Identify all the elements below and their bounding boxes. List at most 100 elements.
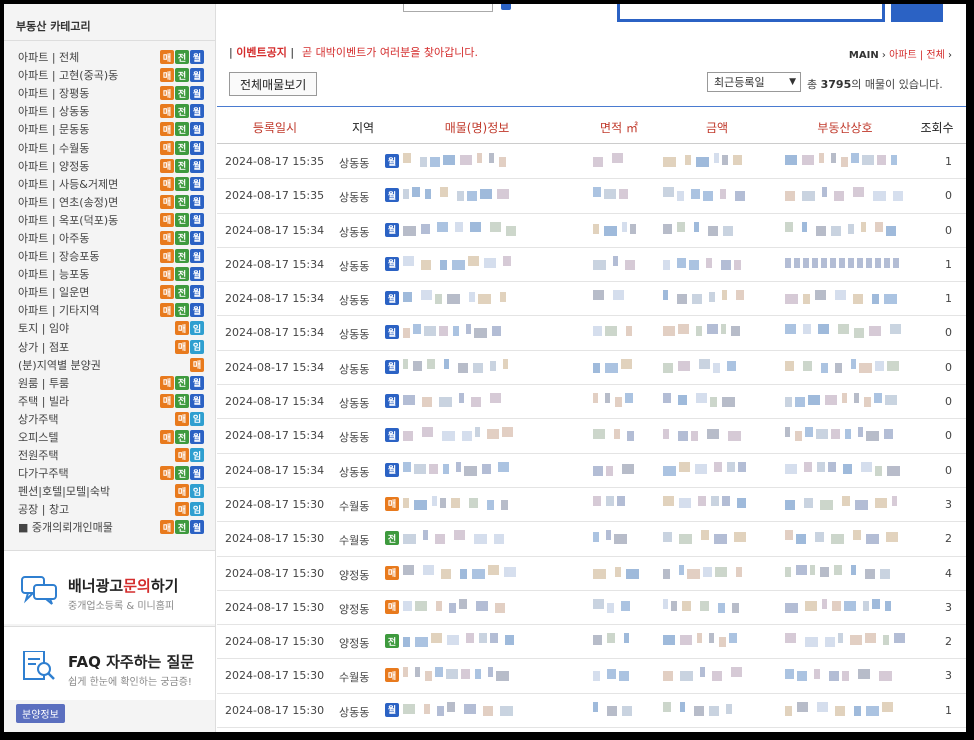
sidebar-category-item[interactable]: 아파트 | 상동동 매 전 월	[18, 102, 204, 120]
deal-type-badge[interactable]: 전	[175, 267, 189, 282]
deal-type-badge[interactable]: 매	[160, 122, 174, 137]
deal-type-badge[interactable]: 매	[160, 158, 174, 173]
deal-type-badge[interactable]: 매	[160, 68, 174, 83]
deal-type-badge[interactable]: 전	[175, 104, 189, 119]
deal-type-badge[interactable]: 매	[160, 230, 174, 245]
table-row[interactable]: 2024-08-17 15:30 수월동 매 3	[217, 659, 966, 694]
sidebar-category-item[interactable]: 아파트 | 일운면 매 전 월	[18, 283, 204, 301]
sidebar-category-item[interactable]: 아파트 | 능포동 매 전 월	[18, 265, 204, 283]
deal-type-badge[interactable]: 매	[160, 303, 174, 318]
deal-type-badge[interactable]: 월	[190, 249, 204, 264]
deal-type-badge[interactable]: 월	[190, 393, 204, 408]
view-all-button[interactable]: 전체매물보기	[229, 72, 318, 96]
deal-type-badge[interactable]: 전	[175, 86, 189, 101]
deal-type-badge[interactable]: 전	[175, 122, 189, 137]
deal-type-badge[interactable]: 전	[175, 303, 189, 318]
deal-type-badge[interactable]: 매	[175, 502, 189, 517]
deal-type-badge[interactable]: 매	[160, 104, 174, 119]
deal-type-badge[interactable]: 전	[175, 249, 189, 264]
faq-box[interactable]: FAQ 자주하는 질문 쉽게 한눈에 확인하는 궁금증!	[4, 626, 215, 700]
sidebar-category-item[interactable]: 펜션|호텔|모텔|숙박 매 임	[18, 482, 204, 500]
deal-type-badge[interactable]: 매	[175, 321, 189, 336]
deal-type-badge[interactable]: 매	[160, 466, 174, 481]
deal-type-badge[interactable]: 전	[175, 285, 189, 300]
deal-type-badge[interactable]: 매	[175, 448, 189, 463]
sidebar-category-item[interactable]: 다가구주택 매 전 월	[18, 464, 204, 482]
sidebar-category-item[interactable]: 공장 | 창고 매 임	[18, 500, 204, 518]
deal-type-badge[interactable]: 월	[190, 303, 204, 318]
deal-type-badge[interactable]: 월	[190, 230, 204, 245]
deal-type-badge[interactable]: 월	[190, 194, 204, 209]
sidebar-category-item[interactable]: 아파트 | 사등&거제면 매 전 월	[18, 175, 204, 193]
table-row[interactable]: 2024-08-17 15:34 상동동 월 0	[217, 214, 966, 248]
table-row[interactable]: 2024-08-17 15:30 양정동 전 2	[217, 625, 966, 660]
deal-type-badge[interactable]: 월	[190, 267, 204, 282]
deal-type-badge[interactable]: 전	[175, 393, 189, 408]
table-row[interactable]: 2024-08-17 15:35 상동동 월 1	[217, 145, 966, 180]
table-row[interactable]: 2024-08-17 15:34 상동동 월 0	[217, 351, 966, 386]
breadcrumb-current[interactable]: 아파트 | 전체	[889, 50, 945, 61]
deal-type-badge[interactable]: 월	[190, 466, 204, 481]
sidebar-category-item[interactable]: 원룸 | 투룸 매 전 월	[18, 374, 204, 392]
deal-type-badge[interactable]: 월	[190, 158, 204, 173]
sidebar-category-item[interactable]: 아파트 | 양정동 매 전 월	[18, 157, 204, 175]
deal-type-badge[interactable]: 월	[190, 50, 204, 65]
sidebar-category-item[interactable]: 전원주택 매 임	[18, 446, 204, 464]
table-row[interactable]: 2024-08-17 15:34 상동동 월 1	[217, 282, 966, 317]
deal-type-badge[interactable]: 임	[190, 448, 204, 463]
table-row[interactable]: 2024-08-17 15:34 상동동 월 0	[217, 454, 966, 488]
col-info[interactable]: 매물(명)정보	[445, 119, 510, 136]
keyword-search-input[interactable]	[617, 4, 885, 22]
table-row[interactable]: 2024-08-17 15:30 수월동 매 3	[217, 488, 966, 523]
deal-type-badge[interactable]: 매	[175, 484, 189, 499]
banner-ad-box[interactable]: 배너광고문의하기 중개업소등록 & 미니홈피	[4, 550, 215, 624]
sidebar-category-item[interactable]: (분)지역별 분양권 매	[18, 356, 204, 374]
deal-type-badge[interactable]: 전	[175, 230, 189, 245]
table-row[interactable]: 2024-08-17 15:35 상동동 월 0	[217, 179, 966, 214]
deal-type-badge[interactable]: 전	[175, 466, 189, 481]
table-row[interactable]: 2024-08-17 15:30 양정동 매 4	[217, 557, 966, 591]
deal-type-badge[interactable]: 임	[190, 339, 204, 354]
deal-type-badge[interactable]: 매	[190, 357, 204, 372]
deal-type-badge[interactable]: 전	[175, 212, 189, 227]
sidebar-category-item[interactable]: 토지 | 임야 매 임	[18, 319, 204, 337]
deal-type-badge[interactable]: 월	[190, 104, 204, 119]
sidebar-category-item[interactable]: 상가주택 매 임	[18, 410, 204, 428]
deal-type-badge[interactable]: 월	[190, 176, 204, 191]
deal-type-badge[interactable]: 월	[190, 285, 204, 300]
event-notice[interactable]: | 이벤트공지 | 곧 대박이벤트가 여러분을 찾아갑니다.	[229, 44, 478, 60]
deal-type-badge[interactable]: 전	[175, 140, 189, 155]
sort-select[interactable]: 최근등록일 ▼	[707, 72, 801, 92]
deal-type-badge[interactable]: 전	[175, 158, 189, 173]
sidebar-category-item[interactable]: 아파트 | 수월동 매 전 월	[18, 138, 204, 156]
deal-type-badge[interactable]: 전	[175, 50, 189, 65]
breadcrumb-main[interactable]: MAIN	[849, 50, 879, 61]
table-row[interactable]: 2024-08-17 15:30 상동동 월 1	[217, 694, 966, 729]
deal-type-badge[interactable]: 임	[190, 321, 204, 336]
deal-type-badge[interactable]: 매	[175, 411, 189, 426]
deal-type-badge[interactable]: 전	[175, 194, 189, 209]
table-row[interactable]: 2024-08-17 15:34 상동동 월 1	[217, 248, 966, 283]
top-checkbox[interactable]	[501, 4, 511, 10]
sidebar-category-item[interactable]: 아파트 | 아주동 매 전 월	[18, 229, 204, 247]
col-price[interactable]: 금액	[706, 119, 728, 136]
deal-type-badge[interactable]: 전	[175, 176, 189, 191]
deal-type-badge[interactable]: 매	[175, 339, 189, 354]
col-size[interactable]: 면적 ㎡	[600, 119, 638, 136]
deal-type-badge[interactable]: 매	[160, 375, 174, 390]
deal-type-badge[interactable]: 매	[160, 520, 174, 535]
deal-type-badge[interactable]: 월	[190, 122, 204, 137]
deal-type-badge[interactable]: 임	[190, 502, 204, 517]
deal-type-badge[interactable]: 전	[175, 68, 189, 83]
sidebar-category-item[interactable]: 주택 | 빌라 매 전 월	[18, 392, 204, 410]
deal-type-badge[interactable]: 월	[190, 520, 204, 535]
deal-type-badge[interactable]: 월	[190, 68, 204, 83]
table-row[interactable]: 2024-08-17 15:34 상동동 월 0	[217, 419, 966, 454]
sidebar-category-item[interactable]: 아파트 | 장평동 매 전 월	[18, 84, 204, 102]
deal-type-badge[interactable]: 월	[190, 212, 204, 227]
sidebar-category-item[interactable]: 아파트 | 장승포동 매 전 월	[18, 247, 204, 265]
deal-type-badge[interactable]: 매	[160, 50, 174, 65]
col-date[interactable]: 등록일시	[253, 119, 297, 136]
deal-type-badge[interactable]: 월	[190, 140, 204, 155]
deal-type-badge[interactable]: 매	[160, 86, 174, 101]
